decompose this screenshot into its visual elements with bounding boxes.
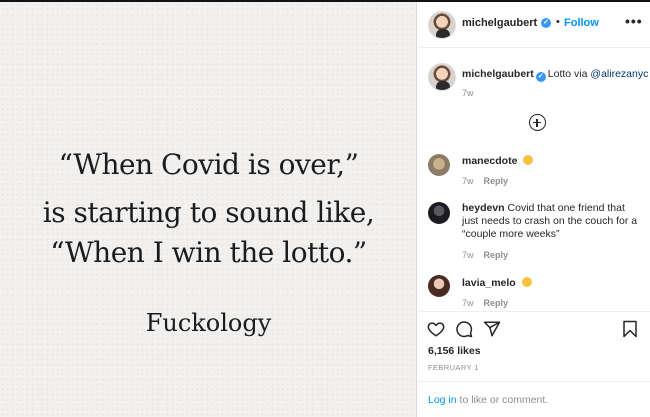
post-header: michelgaubert ✓ • Follow ••• [418, 2, 650, 48]
quote-line-2: is starting to sound like, [42, 196, 375, 229]
laughing-face-emoji-icon [521, 277, 532, 287]
instagram-post: “When Covid is over,” is starting to sou… [0, 0, 650, 417]
comment-avatar[interactable] [428, 154, 450, 176]
follow-button[interactable]: Follow [564, 17, 599, 29]
comment-item: manecdote [462, 155, 644, 168]
verified-badge-icon: ✓ [541, 18, 551, 28]
login-prompt-row: Log in to like or comment. [418, 381, 650, 417]
post-side-panel: michelgaubert ✓ • Follow ••• michelgaube… [418, 2, 650, 417]
caption-body: Lotto via [547, 68, 591, 80]
more-options-icon[interactable]: ••• [625, 13, 643, 29]
reply-button[interactable]: Reply [484, 298, 509, 308]
comment-username[interactable]: heydevn [462, 202, 505, 214]
comment-username[interactable]: manecdote [462, 155, 517, 167]
quote-line-3: “When I win the lotto.” [50, 236, 367, 269]
login-suffix: to like or comment. [456, 394, 549, 406]
login-prompt: Log in to like or comment. [428, 394, 548, 406]
comment-username[interactable]: lavia_melo [462, 277, 516, 289]
comment-bubble-icon[interactable] [455, 320, 473, 338]
caption-time[interactable]: 7w [462, 88, 474, 98]
comment-meta: 7w Reply [462, 176, 508, 186]
reply-button[interactable]: Reply [484, 176, 509, 186]
avatar[interactable] [428, 11, 456, 39]
comment-time[interactable]: 7w [462, 298, 474, 308]
header-username[interactable]: michelgaubert [462, 17, 537, 29]
comment-avatar[interactable] [428, 275, 450, 297]
comment-meta: 7w Reply [462, 298, 508, 308]
caption: michelgaubert ✓ Lotto via @alirezanyc [462, 68, 648, 82]
quote-line-1: “When Covid is over,” [58, 148, 359, 181]
share-paper-plane-icon[interactable] [483, 320, 501, 338]
caption-username[interactable]: michelgaubert [462, 68, 534, 80]
post-date[interactable]: FEBRUARY 1 [428, 363, 479, 372]
comment-time[interactable]: 7w [462, 176, 474, 186]
caption-mention-link[interactable]: @alirezanyc [590, 68, 648, 80]
comment-item: lavia_melo [462, 277, 644, 290]
caption-avatar[interactable] [428, 63, 456, 91]
heart-icon[interactable] [427, 320, 445, 338]
bookmark-icon[interactable] [621, 320, 639, 338]
comment-meta: 7w Reply [462, 250, 508, 260]
likes-count[interactable]: 6,156 likes [428, 345, 481, 357]
post-image[interactable]: “When Covid is over,” is starting to sou… [0, 2, 417, 417]
verified-badge-icon: ✓ [535, 72, 546, 82]
comment-item: heydevn Covid that one friend that just … [462, 202, 644, 241]
silly-face-emoji-icon [523, 155, 534, 165]
comment-avatar[interactable] [428, 202, 450, 224]
post-actions-bar: 6,156 likes FEBRUARY 1 Log in to like or… [418, 311, 650, 417]
header-separator: • [556, 16, 560, 28]
comment-time[interactable]: 7w [462, 250, 474, 260]
reply-button[interactable]: Reply [484, 250, 509, 260]
login-link[interactable]: Log in [428, 394, 457, 406]
quote-signature: Fuckology [145, 309, 272, 337]
load-more-comments-icon[interactable] [529, 114, 546, 131]
